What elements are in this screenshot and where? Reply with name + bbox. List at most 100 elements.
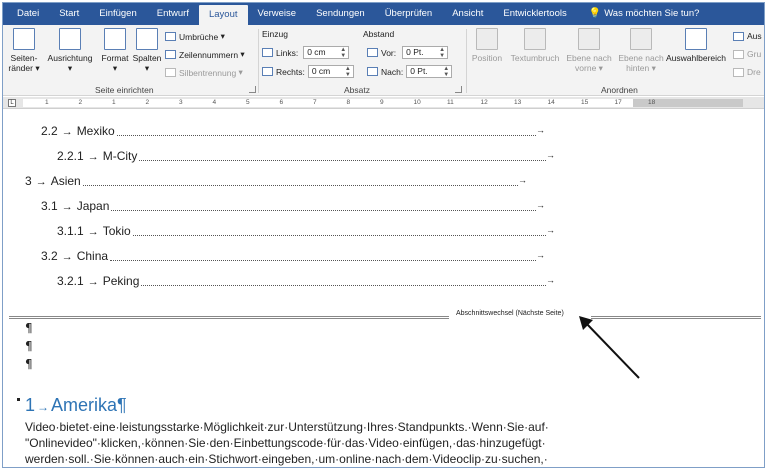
tab-arrow: → bbox=[546, 275, 555, 285]
bring-forward-button[interactable]: Ebene nach vorne ▾ bbox=[563, 28, 615, 73]
rotate-icon bbox=[733, 67, 744, 77]
indent-label: Einzug bbox=[262, 29, 288, 39]
indent-right-input[interactable]: 0 cm ▲ ▼ bbox=[307, 65, 354, 78]
margins-button[interactable]: Seiten- ränder ▾ bbox=[7, 28, 41, 73]
toc-leader bbox=[133, 234, 546, 236]
wrap-text-icon bbox=[524, 28, 546, 50]
tab-arrow: → bbox=[87, 226, 99, 238]
page-setup-launcher-icon[interactable] bbox=[249, 86, 256, 93]
ruler-number: 5 bbox=[246, 99, 250, 106]
group-icon bbox=[733, 49, 744, 59]
section-break-label: Abschnittswechsel (Nächste Seite) bbox=[454, 310, 566, 317]
tab-ansicht[interactable]: Ansicht bbox=[442, 3, 493, 25]
tab-arrow: → bbox=[546, 225, 555, 235]
spinner-arrows-icon[interactable]: ▲ ▼ bbox=[443, 66, 449, 78]
toc-entry[interactable]: 3.2.1 → Peking bbox=[57, 273, 139, 289]
tab-arrow: → bbox=[35, 176, 47, 188]
toc-leader bbox=[110, 259, 536, 261]
toc-entry-number: 3.2 bbox=[41, 249, 58, 263]
heading-amerika: 1 → Amerika¶ bbox=[25, 395, 127, 415]
horizontal-ruler[interactable]: L 1 2 1 2 3 4 5 6 7 8 9 10 11 12 13 14 15 17 18 bbox=[3, 97, 764, 109]
toc-entry-title: Asien bbox=[50, 174, 81, 188]
tell-me-box[interactable]: 💡 Was möchten Sie tun? bbox=[577, 3, 700, 25]
toc-entry-title: M-City bbox=[102, 149, 138, 163]
tab-arrow: → bbox=[518, 175, 527, 185]
indent-left-input[interactable]: 0 cm ▲ ▼ bbox=[303, 46, 350, 59]
word-window: Datei Start Einfügen Entwurf Layout Verw… bbox=[2, 2, 765, 468]
toc-entry-number: 3 bbox=[25, 174, 32, 188]
tab-entwurf[interactable]: Entwurf bbox=[147, 3, 199, 25]
tab-selector-icon[interactable]: L bbox=[8, 99, 16, 107]
spinner-arrows-icon[interactable]: ▲ ▼ bbox=[340, 47, 346, 59]
columns-button[interactable]: Spalten ▾ bbox=[131, 28, 163, 73]
toc-entry-number: 3.1 bbox=[41, 199, 58, 213]
tab-sendungen[interactable]: Sendungen bbox=[306, 3, 375, 25]
hyphenation-button[interactable]: Silbentrennung ▾ bbox=[165, 67, 243, 78]
tab-layout[interactable]: Layout bbox=[198, 5, 248, 25]
orientation-button[interactable]: Ausrichtung ▾ bbox=[43, 28, 97, 73]
selection-pane-button[interactable]: Auswahlbereich bbox=[665, 28, 727, 63]
heading-bullet-marker bbox=[17, 398, 20, 401]
ribbon-separator bbox=[258, 29, 259, 93]
ruler-number: 1 bbox=[45, 99, 49, 106]
line-numbers-button[interactable]: Zeilennummern ▾ bbox=[165, 49, 245, 60]
indent-right-row: Rechts: 0 cm ▲ ▼ bbox=[262, 65, 354, 78]
wrap-text-button[interactable]: Textumbruch bbox=[507, 28, 563, 63]
ruler-number: 2 bbox=[145, 99, 150, 106]
toc-entry[interactable]: 3.2 → China bbox=[41, 248, 108, 264]
tab-datei[interactable]: Datei bbox=[7, 3, 49, 25]
toc-entry[interactable]: 3.1 → Japan bbox=[41, 198, 109, 214]
toc-entry-title: Tokio bbox=[102, 224, 131, 238]
tab-arrow: → bbox=[87, 276, 99, 288]
position-button[interactable]: Position bbox=[469, 28, 505, 63]
align-button[interactable]: Aus bbox=[733, 31, 762, 41]
toc-entry-number: 3.1.1 bbox=[57, 224, 84, 238]
paragraph-mark: ¶ bbox=[25, 339, 33, 353]
rotate-button[interactable]: Dre bbox=[733, 67, 761, 77]
spinner-arrows-icon[interactable]: ▲ ▼ bbox=[439, 47, 445, 59]
size-button[interactable]: Format ▾ bbox=[99, 28, 131, 73]
spacing-before-icon bbox=[367, 48, 378, 57]
bring-forward-icon bbox=[578, 28, 600, 50]
toc-entry-title: China bbox=[76, 249, 109, 263]
group-label-paragraph: Absatz bbox=[344, 85, 370, 95]
toc-entry[interactable]: 3 → Asien bbox=[25, 173, 81, 189]
spacing-after-input[interactable]: 0 Pt. ▲ ▼ bbox=[406, 65, 453, 78]
spacing-after-row: Nach: 0 Pt. ▲ ▼ bbox=[367, 65, 453, 78]
tab-einfuegen[interactable]: Einfügen bbox=[89, 3, 147, 25]
paragraph-launcher-icon[interactable] bbox=[455, 86, 462, 93]
lightbulb-icon: 💡 bbox=[588, 8, 602, 19]
tab-entwicklertools[interactable]: Entwicklertools bbox=[493, 3, 576, 25]
tab-arrow: → bbox=[61, 201, 73, 213]
spacing-label: Abstand bbox=[363, 29, 395, 39]
toc-entry-title: Japan bbox=[76, 199, 110, 213]
group-button[interactable]: Gru bbox=[733, 49, 761, 59]
tab-verweise[interactable]: Verweise bbox=[248, 3, 307, 25]
ruler-number: 11 bbox=[447, 99, 454, 106]
position-icon bbox=[476, 28, 498, 50]
spacing-after-icon bbox=[367, 67, 378, 76]
spinner-arrows-icon[interactable]: ▲ ▼ bbox=[345, 66, 351, 78]
tab-arrow: → bbox=[546, 150, 555, 160]
toc-entry[interactable]: 2.2 → Mexiko bbox=[41, 123, 115, 139]
annotation-arrow-icon bbox=[579, 316, 640, 379]
hyphenation-icon bbox=[165, 68, 176, 77]
tell-me-text: Was möchten Sie tun? bbox=[604, 8, 700, 19]
breaks-button[interactable]: Umbrüche ▾ bbox=[165, 31, 225, 42]
indent-left-icon bbox=[262, 48, 273, 57]
line-numbers-icon bbox=[165, 50, 176, 59]
tab-ueberpruefen[interactable]: Überprüfen bbox=[375, 3, 443, 25]
ribbon-separator bbox=[466, 29, 467, 93]
tab-arrow: → bbox=[536, 200, 545, 210]
ruler-number: 15 bbox=[581, 99, 589, 106]
spacing-before-input[interactable]: 0 Pt. ▲ ▼ bbox=[402, 46, 449, 59]
send-backward-button[interactable]: Ebene nach hinten ▾ bbox=[615, 28, 667, 73]
toc-entry[interactable]: 3.1.1 → Tokio bbox=[57, 223, 131, 239]
ribbon-tab-bar: Datei Start Einfügen Entwurf Layout Verw… bbox=[3, 3, 764, 25]
document-area[interactable]: 2.2 → Mexiko → 2.2.1 → M-City → 3 → Asien → 3.1 → Japa… bbox=[3, 110, 764, 467]
send-backward-icon bbox=[630, 28, 652, 50]
tab-start[interactable]: Start bbox=[49, 3, 89, 25]
toc-leader bbox=[141, 284, 546, 286]
toc-entry[interactable]: 2.2.1 → M-City bbox=[57, 148, 137, 164]
group-label-arrange: Anordnen bbox=[601, 85, 638, 95]
